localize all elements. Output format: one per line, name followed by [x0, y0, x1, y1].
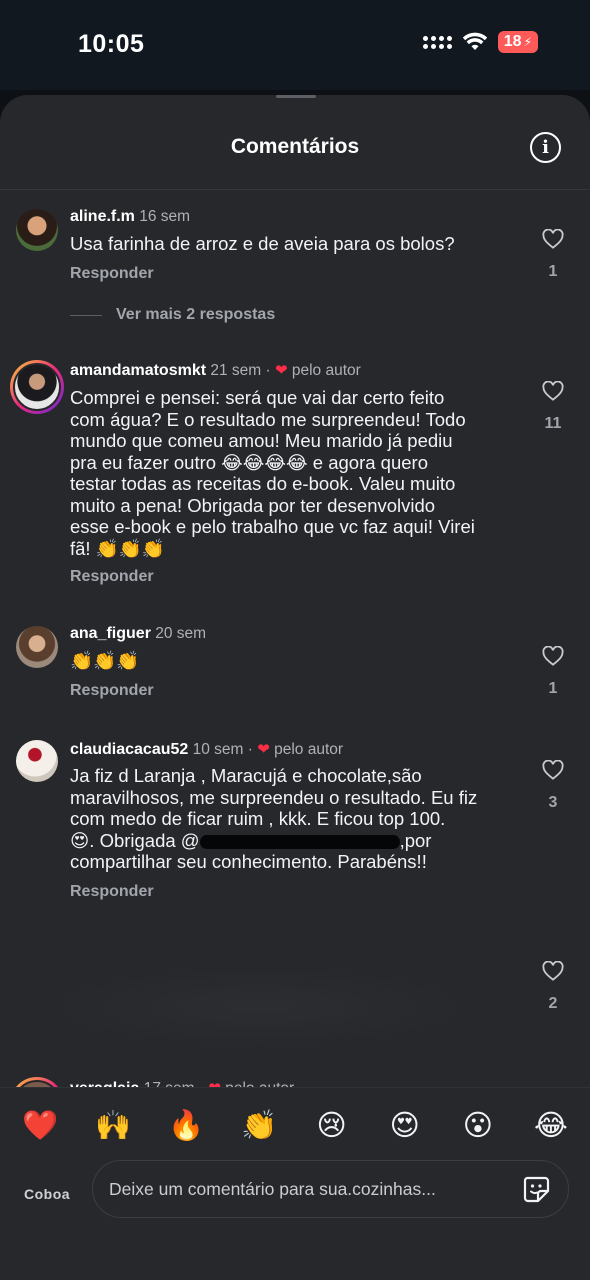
comment-text: Usa farinha de arroz e de aveia para os … — [70, 233, 455, 254]
comment-text-line: Comprei e pensei: será que vai dar certo… — [70, 387, 445, 408]
comment-text-line: com água? E o resultado me surpreendeu! … — [70, 408, 466, 430]
reaction-heart-eyes[interactable]: 😍 — [388, 1108, 422, 1142]
comment-username[interactable]: ana_figuer — [70, 625, 151, 642]
comment-text-line: testar todas as receitas do e-book. Vale… — [70, 473, 456, 494]
redacted-mention — [199, 834, 400, 849]
reaction-laughing[interactable]: 😂 — [534, 1108, 568, 1142]
avatar[interactable] — [16, 626, 58, 668]
like-count: 1 — [548, 263, 558, 280]
comment-composer[interactable] — [92, 1160, 569, 1218]
comment-text-line: Ja fiz d Laranja , Maracujá e chocolate,… — [70, 765, 422, 786]
reaction-fire[interactable]: 🔥 — [168, 1108, 204, 1142]
like-count: 3 — [548, 794, 558, 811]
comment-input[interactable] — [109, 1179, 509, 1200]
comment-time: 16 sem — [139, 208, 191, 225]
author-heart-icon: ❤ — [257, 741, 270, 758]
comments-sheet: Comentários i aline.f.m 16 sem Usa farin… — [0, 95, 590, 1280]
wifi-icon — [462, 32, 488, 52]
heart-icon[interactable] — [541, 381, 565, 401]
reply-button[interactable]: Responder — [70, 265, 154, 283]
battery-level: 18 — [503, 33, 522, 50]
like-count: 2 — [548, 995, 558, 1012]
reaction-heart[interactable]: ❤️ — [22, 1108, 58, 1142]
heart-icon[interactable] — [541, 961, 565, 981]
status-icons: 18 ⚡ — [422, 31, 538, 53]
info-icon[interactable]: i — [530, 132, 561, 163]
avatar[interactable] — [16, 209, 58, 251]
blurred-content — [40, 967, 480, 1047]
author-heart-icon: ❤ — [274, 362, 288, 379]
reply-button[interactable]: Responder — [70, 682, 154, 700]
quick-reactions: ❤️ 🙌 🔥 👏 😢 😍 😮 😂 — [0, 1108, 590, 1142]
view-more-replies-button[interactable]: Ver mais 2 respostas — [70, 306, 275, 324]
comment-text: 👏👏👏 — [70, 650, 140, 671]
comment-text-fragment: ,por — [399, 829, 432, 851]
comment-time: 21 sem — [210, 362, 262, 379]
reaction-clapping[interactable]: 👏 — [241, 1108, 277, 1142]
comment-text-line: maravilhosos, me surpreendeu o resultado… — [70, 786, 478, 808]
heart-icon[interactable] — [541, 760, 565, 780]
heart-icon[interactable] — [541, 229, 565, 249]
comment-username[interactable]: claudiacacau52 — [70, 741, 188, 758]
avatar[interactable] — [16, 740, 58, 782]
comment-text-line: compartilhar seu conhecimento. Parabéns!… — [70, 851, 427, 872]
reaction-and-composer-bar: ❤️ 🙌 🔥 👏 😢 😍 😮 😂 Coboa — [0, 1087, 590, 1280]
heart-icon[interactable] — [541, 646, 565, 666]
reply-button[interactable]: Responder — [70, 568, 154, 586]
comment-text: Comprei e pensei: será que vai dar certo… — [70, 387, 525, 559]
sticker-icon[interactable] — [521, 1174, 551, 1204]
cellular-signal-icon — [422, 35, 452, 49]
reply-thread-line — [70, 314, 102, 316]
comment-text-line: esse e-book e pelo trabalho que vc faz a… — [70, 516, 475, 537]
avatar[interactable] — [10, 360, 64, 414]
like-count: 11 — [544, 415, 562, 432]
comment-time: 20 sem — [155, 625, 207, 642]
reaction-raising-hands[interactable]: 🙌 — [95, 1108, 131, 1142]
comment-time: 10 sem — [192, 741, 244, 758]
sheet-title: Comentários — [230, 135, 360, 158]
view-more-replies-label: Ver mais 2 respostas — [116, 306, 276, 323]
status-time: 10:05 — [78, 30, 145, 58]
author-like-label: pelo autor — [274, 741, 344, 758]
composer-account-label[interactable]: Coboa — [24, 1186, 70, 1202]
comment-username[interactable]: aline.f.m — [70, 208, 135, 225]
status-bar: 10:05 18 ⚡ — [0, 0, 590, 90]
comment-text-line: fã! 👏👏👏 — [70, 537, 165, 559]
reply-button[interactable]: Responder — [70, 883, 154, 901]
like-count: 1 — [548, 680, 558, 697]
reaction-crying[interactable]: 😢 — [315, 1108, 349, 1142]
comment-text-fragment: 😍. Obrigada @ — [70, 829, 200, 851]
comment-text-line: mundo que comeu amou! Meu marido já pedi… — [70, 430, 453, 451]
sheet-header: Comentários i — [0, 95, 590, 190]
battery-icon: 18 ⚡ — [497, 31, 538, 53]
blurred-comment: 2 — [0, 927, 590, 1077]
author-like-label: pelo autor — [291, 362, 361, 379]
comment-text: Ja fiz d Laranja , Maracujá e chocolate,… — [70, 765, 525, 873]
comment-text-line: pra eu fazer outro 😂😂😂😂 e agora quero — [70, 451, 428, 473]
comment-text-line: muito a pena! Obrigada por ter desenvolv… — [70, 494, 436, 516]
reaction-surprised[interactable]: 😮 — [461, 1108, 495, 1142]
comment-username[interactable]: amandamatosmkt — [70, 362, 206, 379]
comment-text-line: com medo de ficar ruim , kkk. E ficou to… — [70, 808, 446, 829]
comment-text-line: 😍. Obrigada @ ,por — [70, 830, 525, 852]
